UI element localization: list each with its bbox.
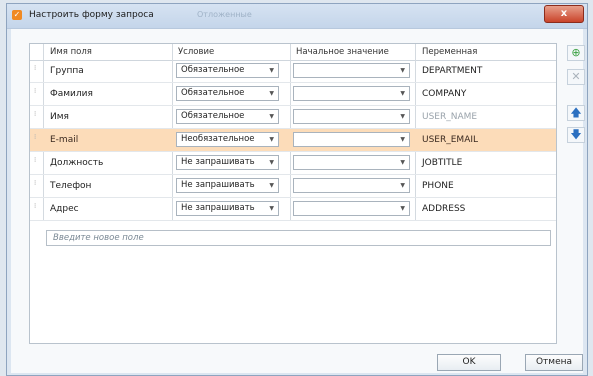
condition-select[interactable]: Не запрашивать ▼: [176, 201, 279, 216]
dialog-window: ✓ Настроить форму запроса Отложенные x И…: [6, 3, 588, 376]
window-title: Настроить форму запроса: [29, 10, 154, 20]
column-header-initial: Начальное значение: [296, 47, 389, 57]
column-header-name: Имя поля: [50, 47, 92, 57]
table-row[interactable]: ⁞ Фамилия Обязательное ▼ ▼ COMPANY: [30, 83, 556, 106]
initial-value-select[interactable]: ▼: [293, 178, 410, 193]
variable-name: ADDRESS: [422, 204, 466, 214]
condition-value: Обязательное: [181, 88, 245, 98]
form-icon: ✓: [12, 10, 22, 20]
initial-value-select[interactable]: ▼: [293, 109, 410, 124]
table-header: Имя поля Условие Начальное значение Пере…: [30, 44, 556, 61]
condition-select[interactable]: Необязательное ▼: [176, 132, 279, 147]
initial-value-select[interactable]: ▼: [293, 86, 410, 101]
initial-value-select[interactable]: ▼: [293, 155, 410, 170]
arrow-down-icon: 🡇: [570, 128, 582, 141]
drag-handle-icon[interactable]: ⁞: [34, 203, 36, 210]
drag-handle-icon[interactable]: ⁞: [34, 65, 36, 72]
condition-select[interactable]: Обязательное ▼: [176, 63, 279, 78]
variable-name: PHONE: [422, 181, 454, 191]
x-icon: ✕: [571, 70, 581, 83]
dialog-body: Имя поля Условие Начальное значение Пере…: [11, 29, 585, 373]
plus-icon: ⊕: [571, 46, 581, 59]
condition-value: Не запрашивать: [181, 203, 255, 213]
chevron-down-icon: ▼: [400, 90, 405, 97]
variable-name: USER_NAME: [422, 112, 478, 122]
drag-handle-icon[interactable]: ⁞: [34, 157, 36, 164]
condition-value: Не запрашивать: [181, 157, 255, 167]
new-field-input[interactable]: Введите новое поле: [46, 230, 551, 246]
condition-value: Необязательное: [181, 134, 255, 144]
fields-table: Имя поля Условие Начальное значение Пере…: [29, 43, 557, 344]
drag-handle-icon[interactable]: ⁞: [34, 88, 36, 95]
title-bar[interactable]: ✓ Настроить форму запроса Отложенные x: [7, 4, 587, 29]
table-row[interactable]: ⁞ Имя Обязательное ▼ ▼ USER_NAME: [30, 106, 556, 129]
chevron-down-icon: ▼: [269, 136, 274, 143]
remove-field-button[interactable]: ✕: [567, 69, 585, 85]
initial-value-select[interactable]: ▼: [293, 63, 410, 78]
chevron-down-icon: ▼: [400, 159, 405, 166]
variable-name: COMPANY: [422, 89, 467, 99]
chevron-down-icon: ▼: [269, 67, 274, 74]
ok-button[interactable]: OK: [437, 354, 501, 371]
drag-handle-icon[interactable]: ⁞: [34, 134, 36, 141]
field-name: Группа: [50, 66, 84, 76]
drag-handle-icon[interactable]: ⁞: [34, 111, 36, 118]
condition-select[interactable]: Обязательное ▼: [176, 109, 279, 124]
condition-select[interactable]: Не запрашивать ▼: [176, 178, 279, 193]
table-row[interactable]: ⁞ Группа Обязательное ▼ ▼ DEPARTMENT: [30, 60, 556, 83]
chevron-down-icon: ▼: [269, 205, 274, 212]
chevron-down-icon: ▼: [269, 90, 274, 97]
variable-name: USER_EMAIL: [422, 135, 479, 145]
chevron-down-icon: ▼: [400, 182, 405, 189]
condition-value: Не запрашивать: [181, 180, 255, 190]
initial-value-select[interactable]: ▼: [293, 132, 410, 147]
arrow-up-icon: 🡅: [570, 106, 582, 119]
cancel-button[interactable]: Отмена: [525, 354, 583, 371]
variable-name: DEPARTMENT: [422, 66, 483, 76]
condition-select[interactable]: Обязательное ▼: [176, 86, 279, 101]
add-field-button[interactable]: ⊕: [567, 45, 585, 61]
field-name: Фамилия: [50, 89, 93, 99]
chevron-down-icon: ▼: [400, 205, 405, 212]
chevron-down-icon: ▼: [269, 113, 274, 120]
field-name: Должность: [50, 158, 104, 168]
background-window-title: Отложенные: [197, 10, 252, 19]
initial-value-select[interactable]: ▼: [293, 201, 410, 216]
close-button[interactable]: x: [544, 5, 584, 23]
chevron-down-icon: ▼: [269, 182, 274, 189]
field-name: Адрес: [50, 204, 79, 214]
condition-value: Обязательное: [181, 65, 245, 75]
table-row[interactable]: ⁞ Должность Не запрашивать ▼ ▼ JOBTITLE: [30, 152, 556, 175]
condition-select[interactable]: Не запрашивать ▼: [176, 155, 279, 170]
move-up-button[interactable]: 🡅: [567, 105, 585, 121]
variable-name: JOBTITLE: [422, 158, 463, 168]
field-name: E-mail: [50, 135, 79, 145]
field-name: Имя: [50, 112, 69, 122]
table-row[interactable]: ⁞ Адрес Не запрашивать ▼ ▼ ADDRESS: [30, 198, 556, 221]
column-header-variable: Переменная: [422, 47, 478, 57]
table-row[interactable]: ⁞ Телефон Не запрашивать ▼ ▼ PHONE: [30, 175, 556, 198]
chevron-down-icon: ▼: [400, 113, 405, 120]
condition-value: Обязательное: [181, 111, 245, 121]
chevron-down-icon: ▼: [269, 159, 274, 166]
chevron-down-icon: ▼: [400, 136, 405, 143]
column-header-condition: Условие: [178, 47, 215, 57]
move-down-button[interactable]: 🡇: [567, 127, 585, 143]
field-name: Телефон: [50, 181, 92, 191]
table-row[interactable]: ⁞ E-mail Необязательное ▼ ▼ USER_EMAIL: [30, 129, 556, 152]
drag-handle-icon[interactable]: ⁞: [34, 180, 36, 187]
chevron-down-icon: ▼: [400, 67, 405, 74]
